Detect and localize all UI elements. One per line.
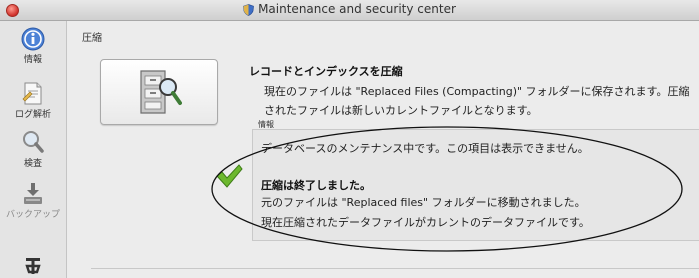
annotation-ellipse <box>211 126 683 252</box>
backup-icon <box>24 183 42 204</box>
sidebar-item-label: 検査 <box>23 159 42 169</box>
info-icon <box>21 27 45 51</box>
magnifier-icon <box>23 131 44 153</box>
sidebar: 情報 ログ解析 検査 バックアップ <box>0 21 67 278</box>
app-window: Maintenance and security center 情報 ログ解析 <box>0 0 699 278</box>
sidebar-item-label: 情報 <box>23 55 42 65</box>
sidebar-item-info[interactable]: 情報 <box>0 27 66 65</box>
window-title: Maintenance and security center <box>258 2 456 16</box>
compact-icon <box>140 70 182 114</box>
main-panel: 圧縮 レコードとインデックスを圧縮 現在のファイルは "Replaced Fil… <box>67 21 699 278</box>
section-heading: レコードとインデックスを圧縮 <box>249 65 403 78</box>
sidebar-item-label: バックアップ <box>5 210 60 220</box>
sidebar-item-label: ログ解析 <box>14 110 51 120</box>
section-description: 現在のファイルは "Replaced Files (Compacting)" フ… <box>264 85 690 117</box>
shield-icon <box>243 3 254 16</box>
section-title: 圧縮 <box>82 33 102 44</box>
divider <box>91 268 699 269</box>
sidebar-item-inspect[interactable]: 検査 <box>0 129 66 169</box>
sidebar-item-log-analysis[interactable]: ログ解析 <box>0 80 66 120</box>
title-bar: Maintenance and security center <box>0 0 699 21</box>
sidebar-item-repair[interactable] <box>0 254 66 276</box>
sidebar-item-backup[interactable]: バックアップ <box>0 180 66 220</box>
log-icon <box>22 82 42 105</box>
repair-icon <box>25 258 41 274</box>
compact-button[interactable] <box>100 59 218 125</box>
